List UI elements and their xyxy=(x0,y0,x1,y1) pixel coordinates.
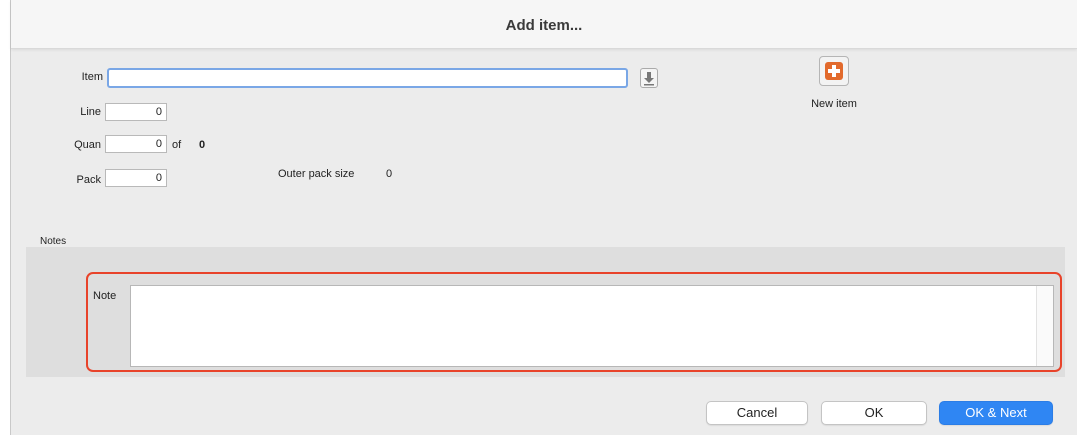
line-field[interactable]: 0 xyxy=(105,103,167,121)
note-text xyxy=(131,286,1053,292)
of-label: of xyxy=(172,139,182,151)
cancel-button[interactable]: Cancel xyxy=(706,401,808,425)
new-item-label: New item xyxy=(811,98,857,110)
plus-icon xyxy=(825,62,843,80)
item-input[interactable] xyxy=(107,68,628,88)
new-item-button[interactable] xyxy=(819,56,849,86)
pack-field[interactable]: 0 xyxy=(105,169,167,187)
note-textarea[interactable] xyxy=(130,285,1054,367)
ok-button[interactable]: OK xyxy=(821,401,927,425)
note-label: Note xyxy=(93,290,117,302)
line-label: Line xyxy=(80,106,101,118)
download-arrow-icon xyxy=(644,72,654,86)
pack-label: Pack xyxy=(76,174,101,186)
ok-next-button[interactable]: OK & Next xyxy=(939,401,1053,425)
outer-pack-size-value: 0 xyxy=(386,168,393,180)
dialog-title: Add item... xyxy=(505,17,583,34)
add-item-dialog: Add item... Item Line 0 Quan 0 of 0 Pack… xyxy=(10,0,1077,435)
item-label: Item xyxy=(81,71,103,83)
outer-pack-size-label: Outer pack size xyxy=(278,168,355,180)
item-lookup-button[interactable] xyxy=(640,68,658,88)
note-scrollbar[interactable] xyxy=(1036,286,1053,366)
title-bar: Add item... xyxy=(11,0,1077,49)
of-total-value: 0 xyxy=(199,139,206,151)
quan-label: Quan xyxy=(74,139,101,151)
quan-field[interactable]: 0 xyxy=(105,135,167,153)
notes-section-label: Notes xyxy=(40,236,67,247)
